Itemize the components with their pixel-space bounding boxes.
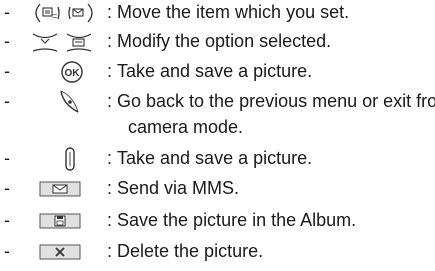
list-item: - : Send via MMS. bbox=[0, 177, 435, 203]
bullet-dash: - bbox=[4, 2, 10, 22]
nav-left-right-key-icon: = bbox=[28, 1, 93, 25]
bullet-dash: - bbox=[4, 61, 10, 81]
item-description: Send via MMS. bbox=[117, 178, 240, 198]
item-description-continued: camera mode. bbox=[128, 117, 244, 137]
list-item: - = : Move the item which you set. bbox=[0, 1, 435, 27]
bullet-dash: - bbox=[4, 178, 10, 198]
bullet-dash: - bbox=[4, 241, 10, 261]
svg-text:=: = bbox=[52, 11, 57, 21]
item-description: Move the item which you set. bbox=[117, 2, 350, 22]
item-description: Take and save a picture. bbox=[117, 61, 313, 81]
delete-key-icon bbox=[28, 240, 88, 264]
list-item: - : Delete the picture. bbox=[0, 240, 435, 266]
ok-key-icon: OK bbox=[28, 60, 88, 84]
list-item: - OK : Take and save a picture. bbox=[0, 60, 435, 86]
bullet-dash: - bbox=[4, 31, 10, 51]
envelope-key-icon bbox=[28, 177, 88, 201]
end-key-icon bbox=[28, 90, 88, 114]
bullet-dash: - bbox=[4, 210, 10, 230]
bullet-dash: - bbox=[4, 148, 10, 168]
item-description: Save the picture in the Album. bbox=[117, 210, 357, 230]
list-item: - : Take and save a picture. bbox=[0, 147, 435, 173]
list-item: - : Save the picture in the Album. bbox=[0, 209, 435, 235]
list-item: - : Modify the option selected. bbox=[0, 30, 435, 56]
save-key-icon bbox=[28, 209, 88, 233]
list-item: - : Go back to the previous menu or exit… bbox=[0, 90, 435, 142]
item-description: Modify the option selected. bbox=[117, 31, 332, 51]
nav-up-down-key-icon bbox=[28, 30, 92, 54]
svg-text:OK: OK bbox=[65, 68, 81, 79]
side-camera-key-icon bbox=[28, 147, 88, 171]
bullet-dash: - bbox=[4, 91, 10, 111]
item-description: Go back to the previous menu or exit fro… bbox=[117, 91, 435, 111]
item-description: Delete the picture. bbox=[117, 241, 264, 261]
item-description: Take and save a picture. bbox=[117, 148, 313, 168]
